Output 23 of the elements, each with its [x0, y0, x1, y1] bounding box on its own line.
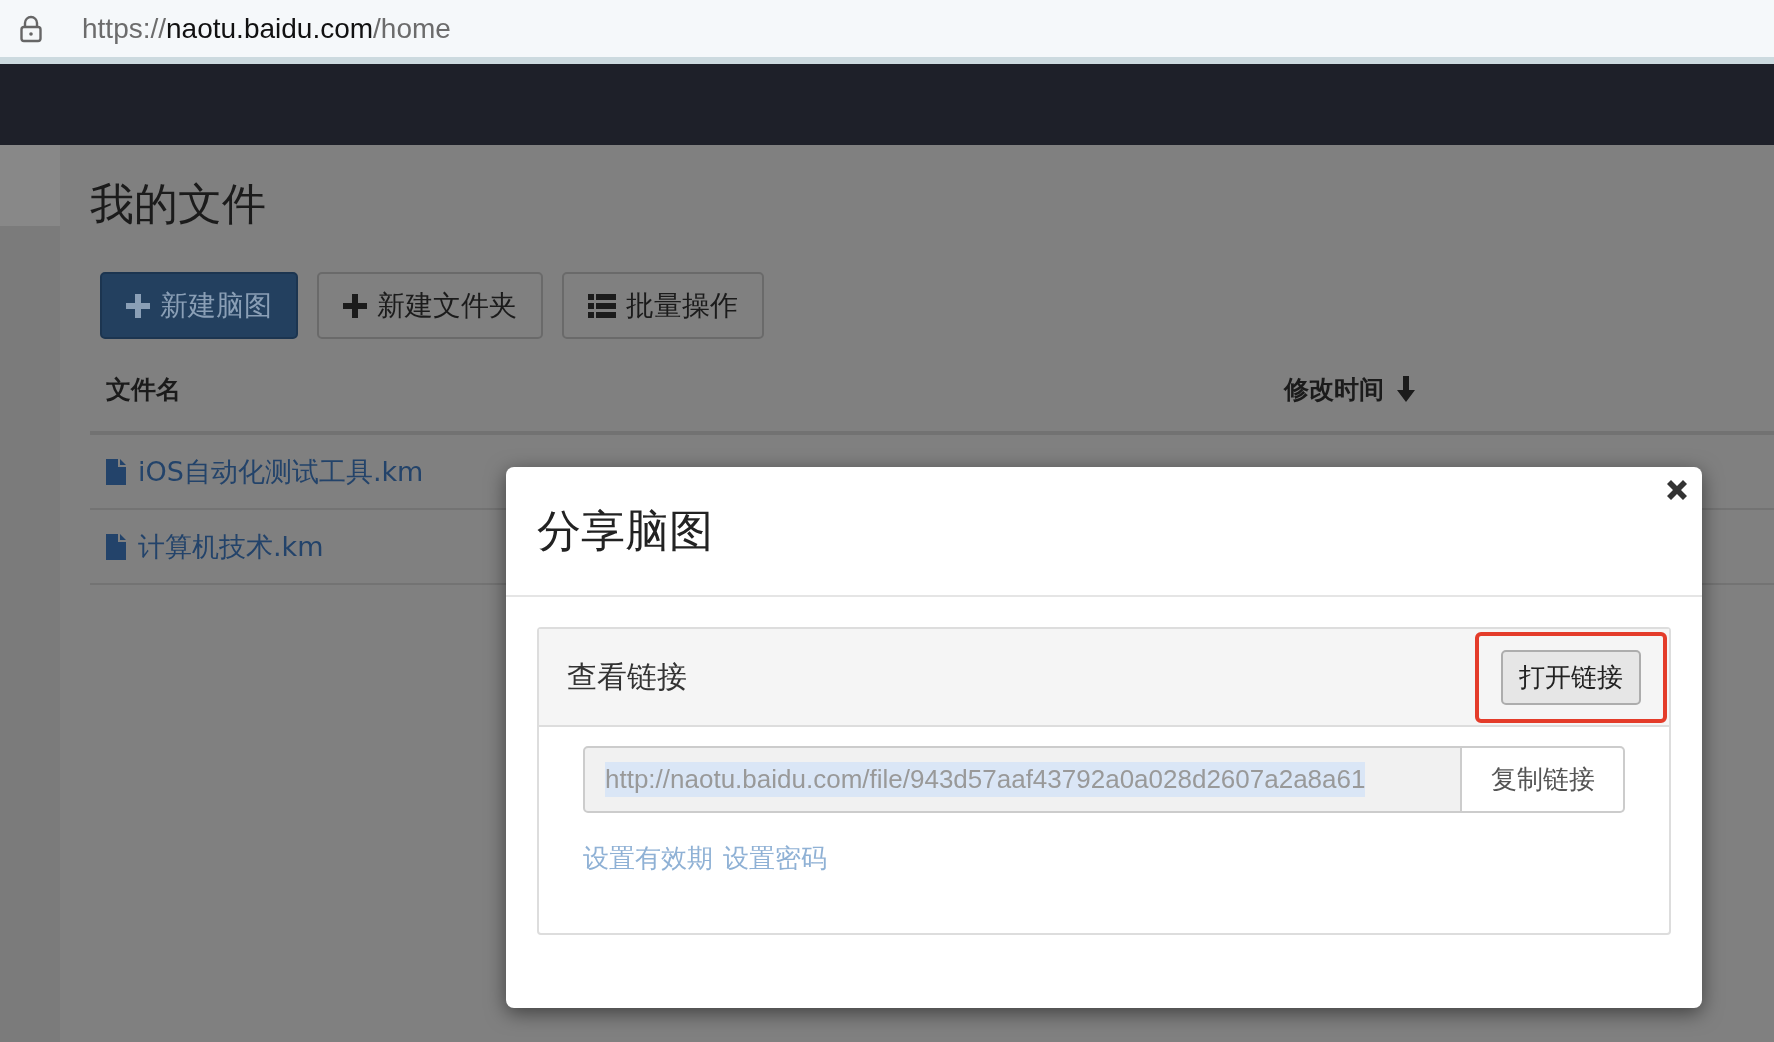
- copy-link-button[interactable]: 复制链接: [1462, 746, 1625, 813]
- plus-icon: [343, 293, 367, 318]
- column-header[interactable]: 文件名: [106, 372, 181, 406]
- dialog-title: 分享脑图: [537, 503, 713, 558]
- address-bar[interactable]: https://naotu.baidu.com/home: [0, 0, 1774, 64]
- toolbar-button[interactable]: 新建文件夹: [317, 272, 543, 339]
- toolbar-button[interactable]: 批量操作: [562, 272, 764, 339]
- panel-heading: 查看链接: [567, 657, 687, 696]
- file-icon: [106, 533, 126, 560]
- plus-icon: [126, 293, 150, 318]
- file-link[interactable]: 计算机技术.km: [138, 528, 324, 565]
- option-link[interactable]: 设置有效期: [583, 841, 713, 876]
- file-link[interactable]: iOS自动化测试工具.km: [138, 453, 424, 490]
- option-link[interactable]: 设置密码: [723, 841, 827, 876]
- list-icon: [588, 293, 616, 318]
- file-icon: [106, 458, 126, 485]
- column-header[interactable]: 修改时间: [1284, 372, 1416, 406]
- url-text: https://naotu.baidu.com/home: [82, 12, 451, 45]
- lock-icon: [20, 14, 42, 43]
- page-title: 我的文件: [90, 177, 267, 231]
- toolbar-button[interactable]: 新建脑图: [100, 272, 298, 339]
- link-field[interactable]: http://naotu.baidu.com/file/943d57aaf43792a0a028d2607a2a8a61: [583, 746, 1462, 813]
- open-link-button[interactable]: 打开链接: [1501, 649, 1641, 705]
